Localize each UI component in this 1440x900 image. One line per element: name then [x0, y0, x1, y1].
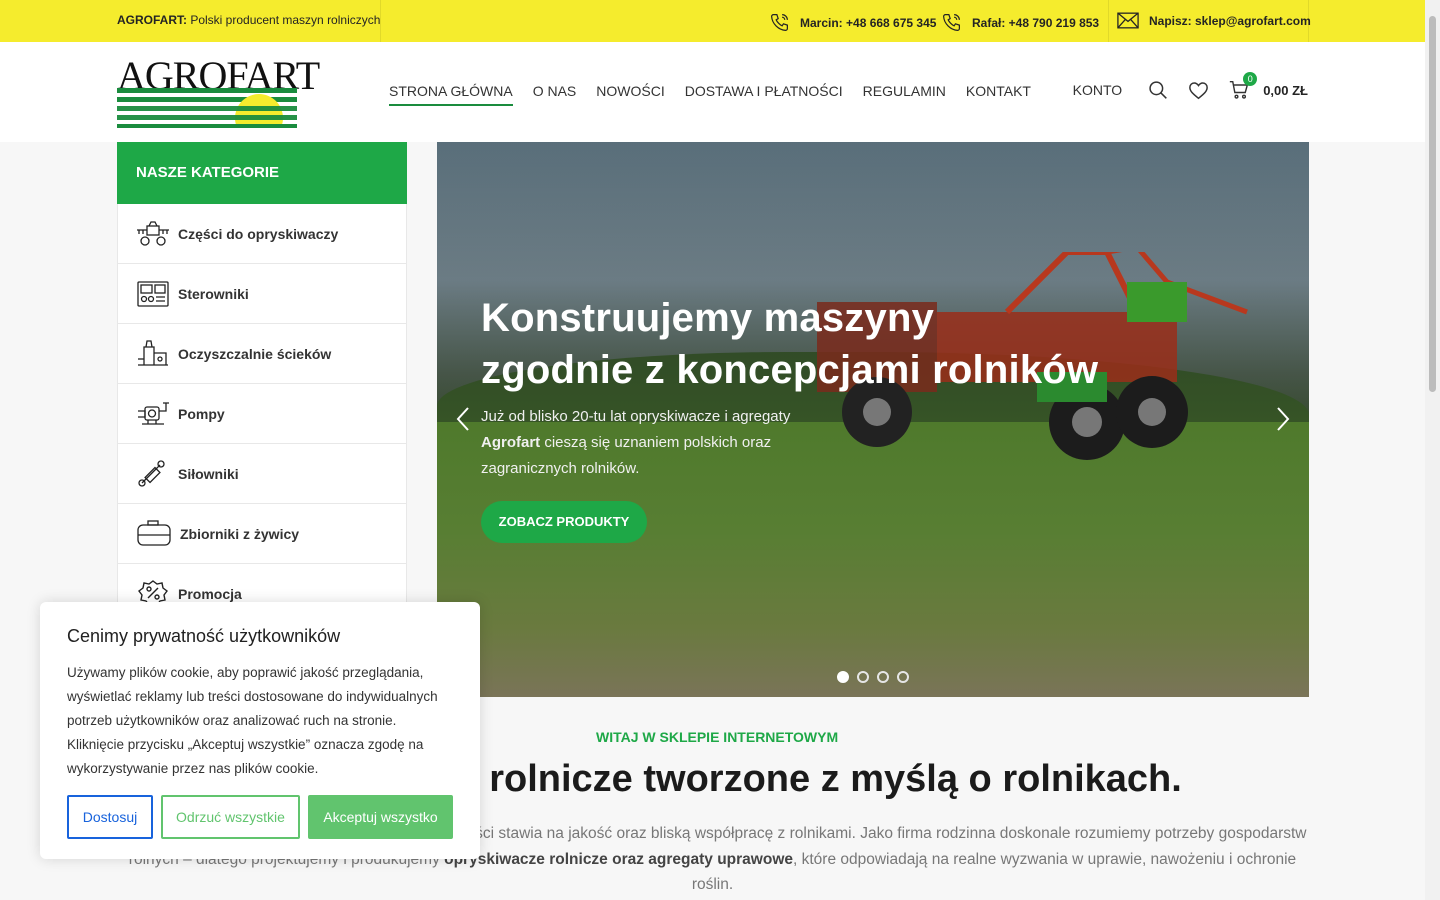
category-label: Części do opryskiwaczy — [178, 225, 339, 242]
hero-slider: Konstruujemy maszyny zgodnie z koncepcja… — [437, 142, 1309, 697]
category-label: Promocja — [178, 585, 242, 602]
slider-dot[interactable] — [897, 671, 909, 683]
sewage-plant-icon — [138, 339, 168, 366]
top-divider — [1308, 0, 1309, 42]
controller-icon — [137, 280, 169, 307]
tagline-brand: AGROFART: — [117, 13, 187, 27]
site-logo[interactable]: AGROFART — [117, 56, 320, 128]
cart-total: 0,00 ZŁ — [1263, 82, 1308, 98]
actuator-icon — [138, 459, 165, 487]
chevron-right-icon[interactable] — [1275, 406, 1291, 437]
pump-icon — [138, 401, 169, 425]
phone-rafal-text: Rafał: +48 790 219 853 — [972, 15, 1100, 30]
category-item-resin-tanks[interactable]: Zbiorniki z żywicy — [117, 504, 407, 564]
page-scrollbar[interactable] — [1425, 0, 1440, 900]
slider-dot[interactable] — [877, 671, 889, 683]
cart-button[interactable]: 0 0,00 ZŁ — [1229, 72, 1308, 100]
nav-delivery[interactable]: DOSTAWA I PŁATNOŚCI — [685, 83, 843, 103]
nav-news[interactable]: NOWOŚCI — [596, 83, 664, 103]
hero-desc-text: Już od blisko 20-tu lat opryskiwacze i a… — [481, 408, 791, 425]
reject-all-cookies-button[interactable]: Odrzuć wszystkie — [161, 795, 300, 839]
site-header: AGROFART STRONA GŁÓWNA O NAS NOWOŚCI DOS… — [0, 42, 1425, 142]
category-label: Pompy — [178, 405, 225, 422]
scrollbar-thumb[interactable] — [1429, 16, 1436, 392]
category-menu: NASZE KATEGORIE Części do opryskiwaczy S… — [117, 142, 407, 624]
nav-terms[interactable]: REGULAMIN — [863, 83, 946, 103]
top-tagline: AGROFART: Polski producent maszyn rolnic… — [117, 13, 380, 27]
cart-count-badge: 0 — [1243, 72, 1258, 86]
slider-dot[interactable] — [857, 671, 869, 683]
hero-title: Konstruujemy maszyny zgodnie z koncepcja… — [481, 292, 1181, 396]
hero-title-line: zgodnie z koncepcjami rolników — [481, 348, 1099, 392]
category-label: Siłowniki — [178, 465, 239, 482]
hero-description: Już od blisko 20-tu lat opryskiwacze i a… — [481, 404, 821, 482]
tagline-text: Polski producent maszyn rolniczych — [187, 13, 381, 27]
tank-icon — [137, 519, 171, 546]
phone-marcin-text: Marcin: +48 668 675 345 — [800, 15, 937, 30]
view-products-button[interactable]: ZOBACZ PRODUKTY — [481, 501, 647, 543]
category-label: Zbiorniki z żywicy — [180, 525, 300, 542]
category-item-sprayer-parts[interactable]: Części do opryskiwaczy — [117, 204, 407, 264]
sprayer-icon — [137, 220, 169, 246]
category-menu-title: NASZE KATEGORIE — [117, 142, 407, 204]
phone-marcin-link[interactable]: Marcin: +48 668 675 345 — [769, 12, 936, 33]
cookie-text: Używamy plików cookie, aby poprawić jako… — [67, 665, 438, 776]
chevron-left-icon[interactable] — [455, 406, 471, 437]
logo-graphic — [117, 88, 297, 128]
mail-icon — [1117, 12, 1139, 29]
cookie-buttons: Dostosuj Odrzuć wszystkie Akceptuj wszys… — [67, 795, 453, 839]
phone-icon — [771, 14, 788, 31]
hero-desc-brand: Agrofart — [481, 434, 541, 451]
email-link[interactable]: Napisz: sklep@agrofart.com — [1117, 12, 1311, 29]
welcome-kicker: WITAJ W SKLEPIE INTERNETOWYM — [596, 729, 839, 745]
welcome-text-bold: opryskiwacze rolnicze oraz agregaty upra… — [444, 850, 793, 868]
heart-icon[interactable] — [1188, 81, 1209, 100]
top-bar: AGROFART: Polski producent maszyn rolnic… — [0, 0, 1425, 42]
phone-icon — [943, 14, 960, 31]
top-divider — [1108, 0, 1109, 42]
cookie-title: Cenimy prywatność użytkowników — [67, 626, 341, 646]
category-item-actuators[interactable]: Siłowniki — [117, 444, 407, 504]
email-text: Napisz: sklep@agrofart.com — [1149, 13, 1311, 28]
category-label: Oczyszczalnie ścieków — [178, 345, 332, 362]
nav-contact[interactable]: KONTAKT — [966, 83, 1031, 103]
hero-title-line: Konstruujemy maszyny — [481, 296, 935, 340]
customize-cookies-button[interactable]: Dostosuj — [67, 795, 153, 839]
nav-home[interactable]: STRONA GŁÓWNA — [389, 83, 513, 106]
category-item-sewage-plants[interactable]: Oczyszczalnie ścieków — [117, 324, 407, 384]
account-link[interactable]: KONTO — [1073, 82, 1123, 98]
main-nav: STRONA GŁÓWNA O NAS NOWOŚCI DOSTAWA I PŁ… — [389, 83, 1051, 106]
slider-pagination — [837, 671, 909, 683]
category-label: Sterowniki — [178, 285, 249, 302]
phone-rafal-link[interactable]: Rafał: +48 790 219 853 — [941, 12, 1099, 33]
top-divider — [380, 0, 381, 42]
category-item-pumps[interactable]: Pompy — [117, 384, 407, 444]
nav-about[interactable]: O NAS — [533, 83, 577, 103]
header-tools: KONTO 0 0,00 ZŁ — [1073, 72, 1308, 100]
cookie-consent-dialog: Cenimy prywatność użytkowników Używamy p… — [40, 602, 480, 859]
search-icon[interactable] — [1148, 80, 1168, 100]
slider-dot[interactable] — [837, 671, 849, 683]
accept-all-cookies-button[interactable]: Akceptuj wszystko — [308, 795, 453, 839]
category-item-controllers[interactable]: Sterowniki — [117, 264, 407, 324]
